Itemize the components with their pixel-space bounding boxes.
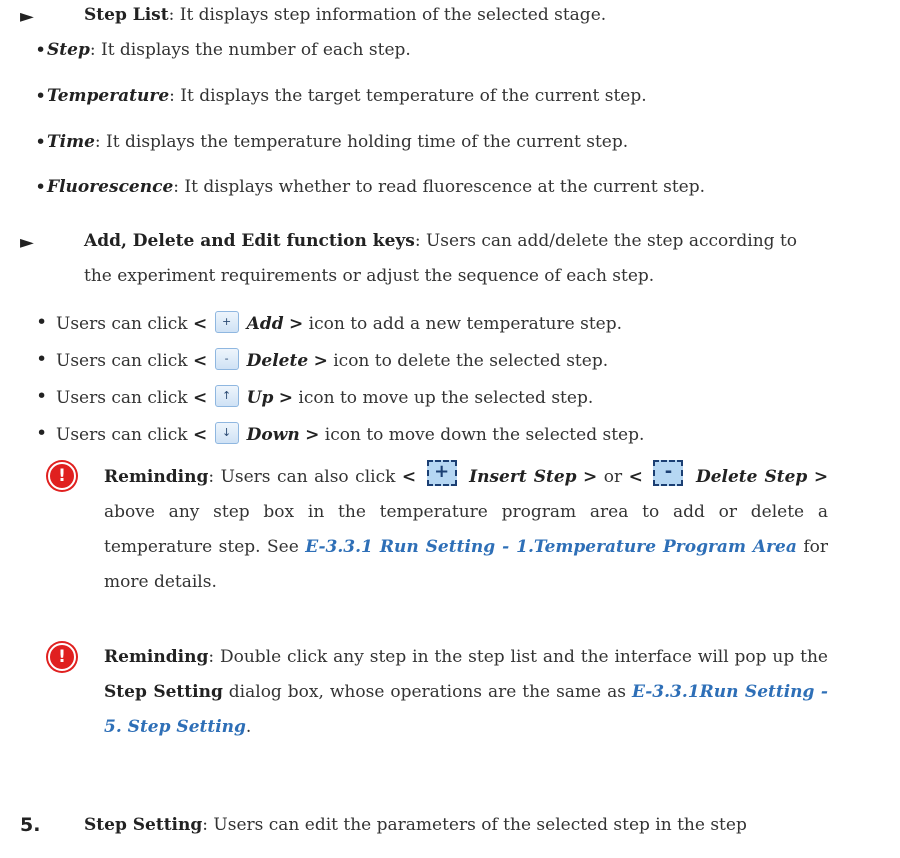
step-list-title: Step List (84, 5, 169, 25)
function-keys-heading: Add, Delete and Edit function keys: User… (84, 231, 797, 251)
item-desc: : It displays whether to read fluorescen… (173, 177, 706, 197)
step-list-heading: Step List: It displays step information … (84, 5, 606, 25)
item-desc: : It displays the temperature holding ti… (94, 132, 629, 152)
function-keys-desc: : Users can add/delete the step accordin… (414, 231, 798, 251)
list-item: Temperature: It displays the target temp… (47, 86, 647, 106)
reminder-label: Reminding (104, 647, 209, 667)
bullet-dot: • (35, 39, 47, 61)
bullet-dot: • (36, 348, 48, 370)
link-temperature-program-area[interactable]: E-3.3.1 Run Setting - 1.Temperature Prog… (305, 537, 797, 557)
function-keys-desc-2: the experiment requirements or adjust th… (84, 266, 655, 286)
step-list-desc: : It displays step information of the se… (168, 5, 607, 25)
up-arrow-icon: ↑ (214, 385, 239, 407)
item-term: Time (47, 132, 95, 152)
bullet-dot: • (35, 176, 47, 198)
list-item: Step: It displays the number of each ste… (47, 40, 411, 60)
item-term: Temperature (47, 86, 170, 106)
bullet-dot: • (35, 85, 47, 107)
triangle-bullet-icon: ► (20, 6, 34, 27)
triangle-bullet-icon: ► (20, 232, 34, 253)
section-number: 5. (20, 814, 41, 836)
reminder-paragraph: Reminding: Users can also click < + Inse… (104, 460, 829, 592)
item-desc: : It displays the target temperature of … (169, 86, 647, 106)
list-item: Fluorescence: It displays whether to rea… (47, 177, 705, 197)
delete-icon: - (214, 348, 239, 370)
list-item: Users can click < ↓ Down > icon to move d… (56, 422, 644, 445)
section-title: Step Setting (84, 815, 203, 835)
delete-step-icon: - (653, 460, 684, 486)
add-icon: + (214, 311, 239, 333)
step-setting-bold: Step Setting (104, 682, 223, 702)
reminder-label: Reminding (104, 467, 209, 487)
reminder-paragraph: Reminding: Double click any step in the … (104, 647, 828, 737)
section-5-heading: Step Setting: Users can edit the paramet… (84, 815, 747, 835)
warning-icon: ! (48, 462, 76, 490)
insert-step-icon: + (426, 460, 457, 486)
list-item: Time: It displays the temperature holdin… (47, 132, 628, 152)
bullet-dot: • (36, 311, 48, 333)
item-term: Step (47, 40, 90, 60)
item-term: Fluorescence (47, 177, 174, 197)
bullet-dot: • (36, 422, 48, 444)
function-keys-title: Add, Delete and Edit function keys (84, 231, 415, 251)
bullet-dot: • (35, 131, 47, 153)
list-item: Users can click < ↑ Up > icon to move up … (56, 385, 593, 408)
item-desc: : It displays the number of each step. (89, 40, 411, 60)
bullet-dot: • (36, 385, 48, 407)
warning-icon: ! (48, 643, 76, 671)
list-item: Users can click < - Delete > icon to dele… (56, 348, 608, 371)
section-desc: : Users can edit the parameters of the s… (202, 815, 747, 835)
down-arrow-icon: ↓ (214, 422, 239, 444)
list-item: Users can click < + Add > icon to add a n… (56, 311, 622, 334)
